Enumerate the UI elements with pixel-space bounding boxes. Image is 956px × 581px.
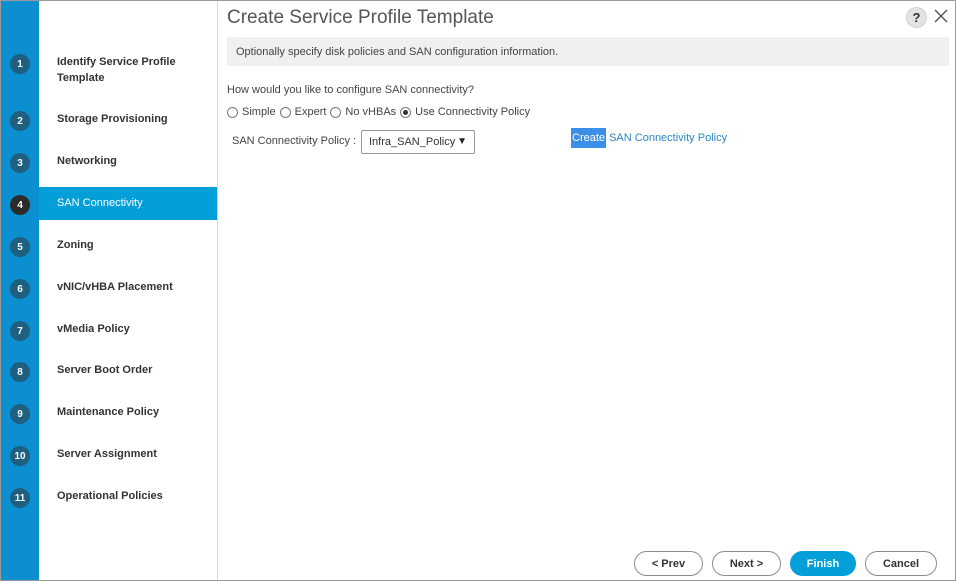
- step-number-5[interactable]: 5: [10, 237, 30, 257]
- radio-no-vhbas[interactable]: No vHBAs: [330, 106, 396, 118]
- step-number-11[interactable]: 11: [10, 488, 30, 508]
- radio-expert-label: Expert: [294, 106, 327, 118]
- step-label-zoning[interactable]: Zoning: [57, 237, 207, 253]
- san-question: How would you like to configure SAN conn…: [227, 84, 475, 96]
- create-san-policy-link[interactable]: Create SAN Connectivity Policy: [571, 128, 727, 148]
- step-number-8[interactable]: 8: [10, 362, 30, 382]
- dialog-window: 1 Identify Service Profile Template 2 St…: [0, 0, 956, 581]
- close-icon[interactable]: [932, 7, 950, 25]
- step-label-server-assignment[interactable]: Server Assignment: [57, 446, 207, 462]
- radio-simple[interactable]: Simple: [227, 106, 276, 118]
- step-number-10[interactable]: 10: [10, 446, 30, 466]
- radio-expert-circle[interactable]: [279, 106, 291, 118]
- next-button[interactable]: Next >: [712, 551, 781, 576]
- create-link-text[interactable]: SAN Connectivity Policy: [606, 132, 727, 144]
- radio-use-connectivity-policy-label: Use Connectivity Policy: [415, 106, 531, 118]
- info-text: Optionally specify disk policies and SAN…: [236, 45, 559, 58]
- step-number-1[interactable]: 1: [10, 54, 30, 74]
- radio-use-connectivity-policy[interactable]: Use Connectivity Policy: [400, 106, 530, 118]
- san-policy-label: SAN Connectivity Policy :: [232, 135, 357, 147]
- step-number-6[interactable]: 6: [10, 279, 30, 299]
- radio-simple-label: Simple: [242, 106, 276, 118]
- step-label-san-connectivity[interactable]: SAN Connectivity: [57, 195, 207, 211]
- radio-simple-circle[interactable]: [227, 106, 238, 118]
- radio-no-vhbas-circle[interactable]: [330, 106, 342, 118]
- radio-expert[interactable]: Expert: [279, 106, 327, 118]
- cancel-button[interactable]: Cancel: [865, 551, 937, 576]
- step-label-operational-policies[interactable]: Operational Policies: [57, 488, 207, 504]
- san-config-radio-group: Simple Expert No vHBAs Use Connectivity …: [227, 105, 534, 119]
- step-number-3[interactable]: 3: [10, 153, 30, 173]
- step-label-storage-provisioning[interactable]: Storage Provisioning: [57, 111, 207, 127]
- san-policy-value: Infra_SAN_Policy: [369, 136, 456, 148]
- step-number-9[interactable]: 9: [10, 404, 30, 424]
- prev-button[interactable]: < Prev: [634, 551, 703, 576]
- dialog-title: Create Service Profile Template: [227, 7, 494, 28]
- step-label-vmedia-policy[interactable]: vMedia Policy: [57, 321, 207, 337]
- create-link-highlight[interactable]: Create: [571, 128, 607, 148]
- info-banner: Optionally specify disk policies and SAN…: [227, 37, 949, 66]
- step-label-networking[interactable]: Networking: [57, 153, 207, 169]
- dropdown-arrow-icon[interactable]: ▼: [457, 136, 467, 147]
- finish-button[interactable]: Finish: [790, 551, 856, 576]
- help-button[interactable]: ?: [906, 7, 927, 28]
- radio-use-connectivity-policy-circle[interactable]: [400, 106, 412, 118]
- step-number-7[interactable]: 7: [10, 321, 30, 341]
- step-label-server-boot-order[interactable]: Server Boot Order: [57, 362, 207, 378]
- radio-no-vhbas-label: No vHBAs: [345, 106, 397, 118]
- step-label-vnic-vhba-placement[interactable]: vNIC/vHBA Placement: [57, 279, 207, 295]
- step-label-identify-service-profile-template[interactable]: Identify Service Profile Template: [57, 54, 207, 86]
- san-policy-select[interactable]: Infra_SAN_Policy ▼: [361, 130, 475, 154]
- step-label-maintenance-policy[interactable]: Maintenance Policy: [57, 404, 207, 420]
- step-number-4[interactable]: 4: [10, 195, 30, 215]
- step-number-2[interactable]: 2: [10, 111, 30, 131]
